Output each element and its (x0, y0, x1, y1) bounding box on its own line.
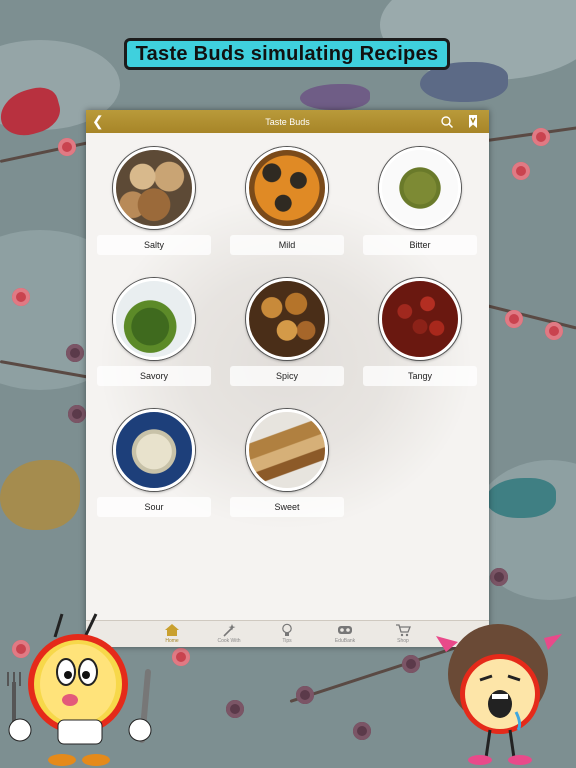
dried-herbs-image (379, 147, 461, 229)
red-beans-image (379, 278, 461, 360)
chef-boy-character (7, 613, 152, 766)
tab-label: Tips (282, 638, 292, 644)
category-label: Sweet (230, 497, 344, 517)
category-label: Spicy (230, 366, 344, 386)
flower (353, 722, 371, 740)
category-label: Sour (97, 497, 211, 517)
tab-label: Cook With (217, 638, 241, 644)
magic-wand-icon (223, 624, 236, 637)
tab-shop[interactable]: Shop (378, 621, 428, 647)
yellow-bird (0, 460, 80, 530)
category-tile-salty[interactable]: Salty (97, 147, 211, 257)
flower (58, 138, 76, 156)
lightbulb-icon (282, 623, 292, 636)
category-tile-bitter[interactable]: Bitter (363, 147, 477, 257)
nav-bar: ❮ Taste Buds (86, 110, 489, 133)
green-vegetables-image (113, 278, 195, 360)
category-tile-sweet[interactable]: Sweet (230, 409, 344, 519)
tab-cook-with[interactable]: Cook With (204, 621, 254, 647)
branch (479, 126, 576, 143)
flower (402, 655, 420, 673)
search-icon[interactable] (440, 115, 454, 129)
tab-label: Shop (397, 638, 409, 644)
category-tile-sour[interactable]: Sour (97, 409, 211, 519)
flower (12, 288, 30, 306)
flower (532, 128, 550, 146)
flower (68, 405, 86, 423)
nav-title: Taste Buds (265, 116, 310, 127)
flower (545, 322, 563, 340)
flower (226, 700, 244, 718)
category-label: Bitter (363, 235, 477, 255)
category-grid: Salty Mild Bitter Savory Spicy Tangy Sou… (86, 133, 489, 620)
flower (172, 648, 190, 666)
flower (490, 568, 508, 586)
bookmark-icon[interactable] (466, 114, 480, 129)
app-screen: ❮ Taste Buds Salty Mild Bitter Savory Sp… (86, 110, 489, 647)
mask-icon (338, 626, 352, 634)
flower (66, 344, 84, 362)
cart-icon (396, 624, 411, 637)
tab-label: EduBank (334, 638, 356, 644)
flower (296, 686, 314, 704)
category-label: Savory (97, 366, 211, 386)
tab-tips[interactable]: Tips (262, 621, 312, 647)
stuffed-squash-image (246, 147, 328, 229)
title-banner: Taste Buds simulating Recipes (124, 38, 450, 70)
category-label: Tangy (363, 366, 477, 386)
category-tile-tangy[interactable]: Tangy (363, 278, 477, 388)
teal-bird (486, 478, 556, 518)
category-tile-mild[interactable]: Mild (230, 147, 344, 257)
roasted-potatoes-image (246, 278, 328, 360)
flower (512, 162, 530, 180)
sour-girl-character (436, 624, 562, 765)
flower (505, 310, 523, 328)
chevron-left-icon[interactable]: ❮ (92, 113, 104, 129)
category-tile-savory[interactable]: Savory (97, 278, 211, 388)
category-label: Salty (97, 235, 211, 255)
category-label: Mild (230, 235, 344, 255)
sliced-onions-image (113, 409, 195, 491)
purple-bird (300, 84, 370, 110)
roasted-garlic-image (113, 147, 195, 229)
tab-edubank[interactable]: EduBank (320, 621, 370, 647)
cake-slice-image (246, 409, 328, 491)
banner-title: Taste Buds simulating Recipes (135, 42, 439, 65)
category-tile-spicy[interactable]: Spicy (230, 278, 344, 388)
